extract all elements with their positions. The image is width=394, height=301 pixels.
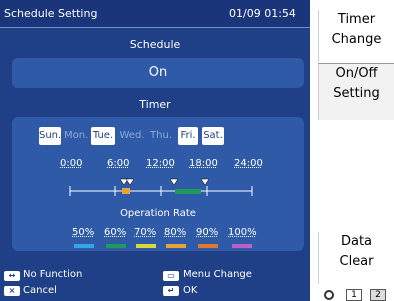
timer-panel: Sun. Mon. Tue. Wed. Thu. Fri. Sat. 0:00 … [12,117,304,251]
time-tick: 0:00 [60,158,83,169]
time-tick: 12:00 [146,158,175,169]
page-dot-icon [324,290,334,300]
footer-ok: OK [183,285,198,296]
timer-change-button[interactable]: Timer Change [318,10,394,62]
day-tue[interactable]: Tue. [91,127,115,145]
timer-marker-icon [200,178,210,186]
schedule-screen: Schedule Setting 01/09 01:54 Schedule On… [0,0,310,301]
data-clear-button[interactable]: Data Clear [318,232,394,284]
day-wed[interactable]: Wed. [118,127,146,145]
cancel-icon: × [4,286,20,296]
header-bar: Schedule Setting 01/09 01:54 [0,0,310,28]
timer-segment-orange [122,188,130,194]
rate-label: 60% [104,227,127,238]
rate-swatch-100 [232,244,252,248]
datetime-display: 01/09 01:54 [229,7,296,20]
timeline-bar[interactable] [62,177,262,201]
rate-label: 80% [164,227,187,238]
rate-label: 100% [228,227,257,238]
footer-cancel: Cancel [23,285,57,296]
page-title: Schedule Setting [4,7,98,20]
day-sat[interactable]: Sat. [202,127,224,145]
rate-swatch-80 [166,244,186,248]
left-right-arrow-icon: ↔ [4,271,20,281]
enter-icon: ↵ [163,286,179,296]
page-indicator: 1 2 [318,288,394,301]
rate-label: 50% [72,227,95,238]
timer-marker-icon [125,178,135,186]
day-sun[interactable]: Sun. [39,127,61,145]
day-thu[interactable]: Thu. [149,127,173,145]
operation-rate-title: Operation Rate [120,208,196,219]
page-2[interactable]: 2 [370,289,386,301]
data-clear-line2: Clear [339,254,374,269]
rate-swatch-60 [106,244,126,248]
page-1[interactable]: 1 [346,289,362,301]
on-off-line1: On/Off [335,66,378,81]
rate-swatch-70 [136,244,156,248]
timer-change-line2: Change [331,32,382,47]
footer-menu-change: Menu Change [183,269,252,280]
on-off-line2: Setting [333,86,380,101]
day-fri[interactable]: Fri. [178,127,198,145]
data-clear-line1: Data [340,234,373,249]
schedule-value[interactable]: On [12,58,304,88]
timer-segment-green [175,189,201,194]
on-off-setting-button[interactable]: On/Off Setting [318,64,394,120]
menu-icon: ▭ [163,271,179,281]
time-tick: 6:00 [107,158,130,169]
rate-swatch-90 [198,244,218,248]
rate-swatch-50 [74,244,94,248]
timer-section-title: Timer [139,98,171,111]
time-tick: 18:00 [189,158,218,169]
schedule-section-title: Schedule [129,38,181,51]
rate-label: 90% [196,227,219,238]
footer-no-function: No Function [23,269,83,280]
timer-change-line1: Timer [337,12,376,27]
rate-label: 70% [134,227,157,238]
day-mon[interactable]: Mon. [64,127,88,145]
timer-marker-icon [169,178,179,186]
time-tick: 24:00 [234,158,263,169]
